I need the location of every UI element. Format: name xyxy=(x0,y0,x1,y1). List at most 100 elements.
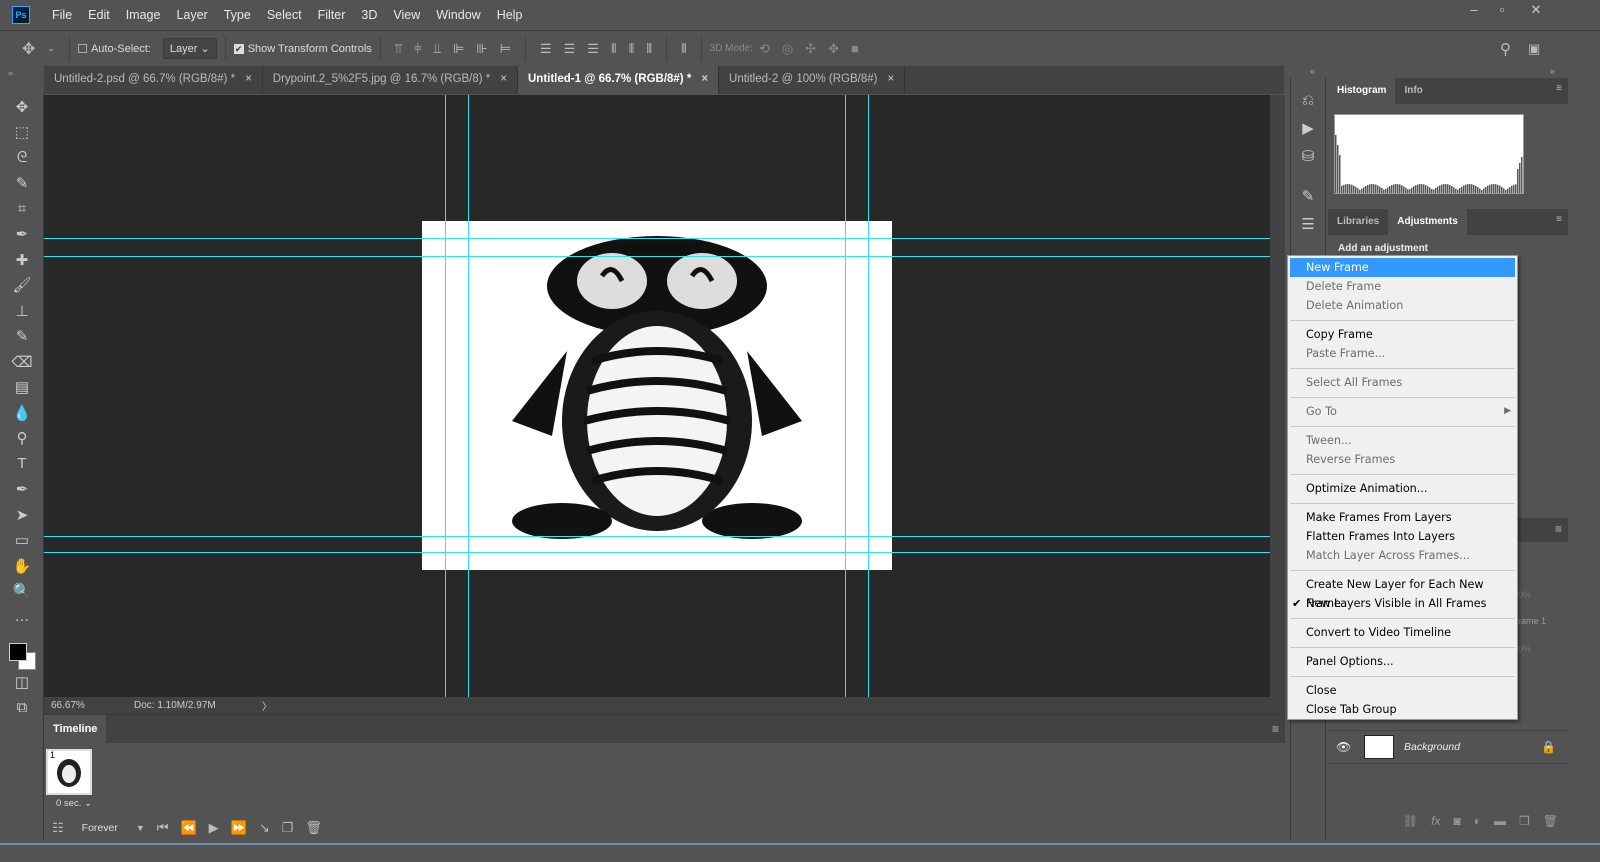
gradient-tool-icon[interactable]: ▤ xyxy=(0,375,44,401)
rectangle-tool-icon[interactable]: ▭ xyxy=(0,528,44,554)
history-icon[interactable]: ⎌ xyxy=(1291,86,1325,114)
panel-menu-icon[interactable]: ≡ xyxy=(1272,722,1279,736)
first-frame-icon[interactable]: ⏮ xyxy=(157,820,169,836)
zoom-level[interactable]: 66.67% xyxy=(51,700,134,711)
3d-icon[interactable]: ⛁ xyxy=(1291,142,1325,170)
guide-horizontal[interactable] xyxy=(44,238,1270,239)
close-tab-icon[interactable]: × xyxy=(888,73,895,85)
guide-horizontal[interactable] xyxy=(44,256,1270,257)
pen-tool-icon[interactable]: ✒ xyxy=(0,477,44,503)
distribute-bottom-icon[interactable]: ☰ xyxy=(587,41,599,57)
quick-select-tool-icon[interactable]: ✎ xyxy=(0,171,44,197)
play-icon[interactable]: ▶ xyxy=(209,820,219,836)
align-right-icon[interactable]: ⊨ xyxy=(500,41,511,57)
tab-adjustments[interactable]: Adjustments xyxy=(1388,209,1467,235)
history-brush-tool-icon[interactable]: ✎ xyxy=(0,324,44,350)
menu-item-paste-frame[interactable]: Paste Frame... xyxy=(1288,344,1517,363)
3d-roll-icon[interactable]: ◎ xyxy=(782,41,793,57)
menu-item-copy-frame[interactable]: Copy Frame xyxy=(1288,325,1517,344)
menu-filter[interactable]: Filter xyxy=(310,8,354,22)
new-layer-icon[interactable]: ❐ xyxy=(1519,814,1530,828)
document-canvas[interactable] xyxy=(422,221,892,570)
marquee-tool-icon[interactable]: ⬚ xyxy=(0,120,44,146)
tween-icon[interactable]: ↘ xyxy=(259,820,270,836)
menu-type[interactable]: Type xyxy=(216,8,259,22)
menu-select[interactable]: Select xyxy=(259,8,310,22)
menu-help[interactable]: Help xyxy=(489,8,531,22)
crop-tool-icon[interactable]: ⌗ xyxy=(0,196,44,222)
hand-tool-icon[interactable]: ✋ xyxy=(0,553,44,579)
guide-vertical[interactable] xyxy=(868,95,869,697)
vertical-scrollbar[interactable] xyxy=(1270,95,1285,697)
3d-pan-icon[interactable]: ✣ xyxy=(805,41,816,57)
menu-item-close-tab-group[interactable]: Close Tab Group xyxy=(1288,700,1517,719)
layer-select[interactable]: Layer ⌄ xyxy=(162,38,217,59)
menu-item-reverse-frames[interactable]: Reverse Frames xyxy=(1288,450,1517,469)
panel-menu-icon[interactable]: ≡ xyxy=(1556,214,1562,235)
guide-vertical[interactable] xyxy=(468,95,469,697)
chevron-down-icon[interactable]: ⌄ xyxy=(47,43,55,54)
link-layers-icon[interactable]: ⛓ xyxy=(1403,814,1418,828)
auto-align-icon[interactable]: ⫴ xyxy=(681,41,686,57)
layer-mask-icon[interactable]: ◙ xyxy=(1454,814,1461,828)
blur-tool-icon[interactable]: 💧 xyxy=(0,400,44,426)
layer-row-background[interactable]: 👁 Background 🔒 xyxy=(1328,730,1568,764)
eraser-tool-icon[interactable]: ⌫ xyxy=(0,349,44,375)
group-folder-icon[interactable]: ▬ xyxy=(1494,814,1506,828)
align-hcenter-icon[interactable]: ⊪ xyxy=(476,41,487,57)
menu-item-delete-frame[interactable]: Delete Frame xyxy=(1288,277,1517,296)
distribute-right-icon[interactable]: ⦀ xyxy=(646,41,652,57)
duplicate-frame-icon[interactable]: ❐ xyxy=(282,820,294,836)
menu-edit[interactable]: Edit xyxy=(80,8,118,22)
align-vcenter-icon[interactable]: ⫩ xyxy=(414,41,421,57)
menu-item-convert-to-video-timeline[interactable]: Convert to Video Timeline xyxy=(1288,623,1517,642)
animation-frame[interactable]: 1 0 sec. ⌄ xyxy=(46,749,94,813)
convert-timeline-icon[interactable]: ☷ xyxy=(52,820,64,836)
close-window-button[interactable]: ✕ xyxy=(1522,2,1550,22)
delete-layer-icon[interactable]: 🗑 xyxy=(1543,814,1558,828)
close-tab-icon[interactable]: × xyxy=(701,73,708,85)
foreground-color-swatch[interactable] xyxy=(9,642,27,661)
distribute-top-icon[interactable]: ☰ xyxy=(540,41,552,57)
move-tool-icon[interactable]: ✥ xyxy=(0,94,44,120)
show-transform-checkbox[interactable]: ✔ xyxy=(233,43,244,54)
actions-play-icon[interactable]: ▶ xyxy=(1291,114,1325,142)
workspace-icon[interactable]: ▣ xyxy=(1528,41,1540,57)
3d-slide-icon[interactable]: ✥ xyxy=(828,41,839,57)
tab-info[interactable]: Info xyxy=(1395,78,1431,104)
align-top-icon[interactable]: ⫪ xyxy=(395,41,402,57)
adjustment-layer-icon[interactable]: ◐ xyxy=(1474,814,1481,828)
dodge-tool-icon[interactable]: ⚲ xyxy=(0,426,44,452)
brush-settings-icon[interactable]: ✎ xyxy=(1291,182,1325,210)
minimize-button[interactable]: – xyxy=(1460,2,1488,22)
menu-item-make-frames-from-layers[interactable]: Make Frames From Layers xyxy=(1288,508,1517,527)
zoom-tool-icon[interactable]: 🔍 xyxy=(0,579,44,605)
path-select-tool-icon[interactable]: ➤ xyxy=(0,502,44,528)
menu-item-create-new-layer-for-each-new-frame[interactable]: Create New Layer for Each New Frame xyxy=(1288,575,1517,610)
fill-value[interactable]: 0% xyxy=(1518,644,1531,654)
healing-tool-icon[interactable]: ✚ xyxy=(0,247,44,273)
move-tool-icon[interactable]: ✥ xyxy=(22,39,35,59)
3d-camera-icon[interactable]: ■ xyxy=(851,41,859,56)
guide-horizontal[interactable] xyxy=(44,552,1270,553)
eyedropper-tool-icon[interactable]: ✒ xyxy=(0,222,44,248)
close-tab-icon[interactable]: × xyxy=(245,73,252,85)
visibility-eye-icon[interactable]: 👁 xyxy=(1336,740,1360,754)
menu-item-optimize-animation[interactable]: Optimize Animation... xyxy=(1288,479,1517,498)
screen-mode-icon[interactable]: ⧉ xyxy=(0,695,44,721)
document-tab[interactable]: Untitled-1 @ 66.7% (RGB/8#) * × xyxy=(518,66,720,94)
layer-name[interactable]: Background xyxy=(1404,741,1460,753)
guide-horizontal[interactable] xyxy=(44,536,1270,537)
distribute-left-icon[interactable]: ⦀ xyxy=(611,41,617,57)
loop-dropdown-icon[interactable]: ▼ xyxy=(136,823,145,833)
menu-view[interactable]: View xyxy=(385,8,428,22)
next-frame-icon[interactable]: ⏩ xyxy=(231,820,247,836)
quick-mask-icon[interactable]: ◫ xyxy=(0,670,44,696)
search-icon[interactable]: ⚲ xyxy=(1500,40,1511,58)
menu-item-panel-options[interactable]: Panel Options... xyxy=(1288,652,1517,671)
more-tool-icon[interactable]: … xyxy=(0,604,44,630)
tab-histogram[interactable]: Histogram xyxy=(1328,78,1396,104)
previous-frame-icon[interactable]: ⏪ xyxy=(180,820,196,836)
opacity-value[interactable]: 0% xyxy=(1518,590,1531,600)
maximize-button[interactable]: ▫ xyxy=(1488,2,1516,22)
